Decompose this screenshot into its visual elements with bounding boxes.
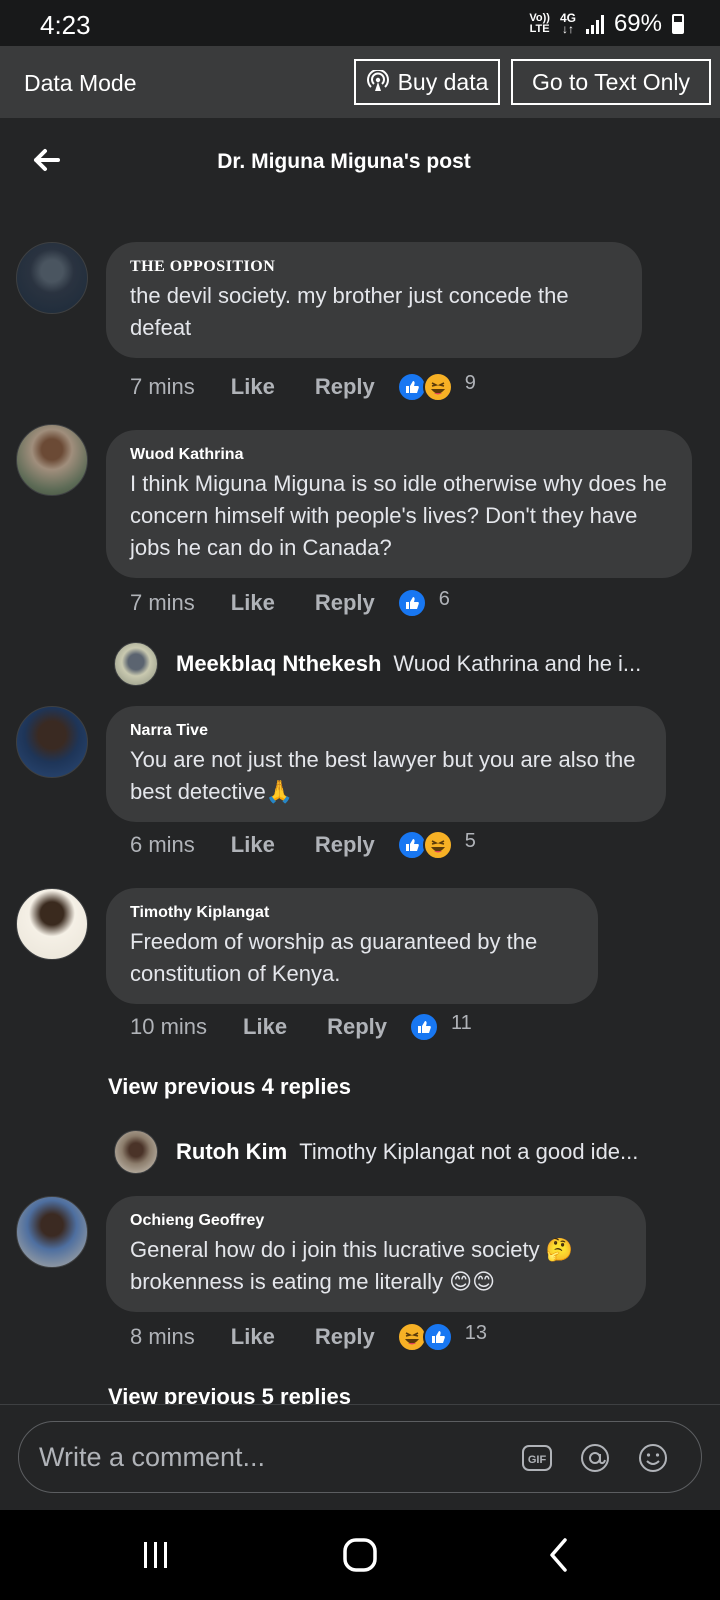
mention-icon[interactable]	[579, 1442, 611, 1474]
reactions[interactable]: 13	[396, 1321, 487, 1352]
comment-time[interactable]: 7 mins	[130, 590, 195, 616]
like-button[interactable]: Like	[231, 374, 275, 400]
data-mode-label: Data Mode	[24, 70, 137, 96]
comment-time[interactable]: 10 mins	[130, 1014, 207, 1040]
text-only-label: Go to Text Only	[531, 68, 691, 95]
text-only-button[interactable]: Go to Text Only	[511, 59, 711, 105]
avatar[interactable]	[16, 706, 88, 778]
reactions[interactable]: 5	[396, 829, 476, 860]
reply-button[interactable]: Reply	[315, 590, 375, 616]
haha-reaction-icon	[422, 372, 453, 402]
avatar[interactable]	[16, 1196, 88, 1268]
comment-bubble[interactable]: Ochieng Geoffrey General how do i join t…	[106, 1196, 646, 1312]
comment-time[interactable]: 8 mins	[130, 1324, 195, 1350]
reaction-count: 9	[464, 371, 476, 394]
reply-button[interactable]: Reply	[315, 1324, 375, 1350]
like-reaction-icon	[422, 1322, 453, 1352]
reply-text: Wuod Kathrina and he i...	[393, 651, 642, 676]
recent-apps-icon[interactable]	[126, 1532, 186, 1578]
comment-text: You are not just the best lawyer but you…	[130, 747, 636, 804]
comment-bubble[interactable]: Wuod Kathrina I think Miguna Miguna is s…	[106, 430, 692, 578]
status-icons: Vo)) LTE 4G ↓↑ 69%	[529, 10, 684, 38]
view-previous-replies[interactable]: View previous 5 replies	[108, 1384, 351, 1404]
page-title: Dr. Miguna Miguna's post	[217, 150, 471, 173]
comment-time[interactable]: 6 mins	[130, 832, 195, 858]
like-button[interactable]: Like	[231, 832, 275, 858]
emoji-icon[interactable]	[637, 1442, 669, 1474]
comment-author[interactable]: THE OPPOSITION	[130, 258, 618, 276]
avatar[interactable]	[16, 242, 88, 314]
comment-author[interactable]: Narra Tive	[130, 722, 642, 740]
comment-meta: 10 mins Like Reply 11	[130, 1012, 472, 1042]
reactions[interactable]: 6	[396, 587, 450, 618]
data-mode-bar: Data Mode Buy data Go to Text Only	[0, 46, 720, 118]
gif-icon[interactable]: GIF	[521, 1442, 553, 1474]
system-nav-bar	[0, 1510, 720, 1600]
reply-author[interactable]: Rutoh Kim	[176, 1139, 287, 1165]
like-reaction-icon	[409, 1012, 439, 1042]
comment-composer-bar: GIF	[0, 1404, 720, 1510]
comment-text: I think Miguna Miguna is so idle otherwi…	[130, 471, 667, 560]
broadcast-icon	[366, 70, 389, 91]
comment-meta: 8 mins Like Reply 13	[130, 1322, 487, 1352]
like-reaction-icon	[396, 588, 427, 618]
avatar[interactable]	[16, 424, 88, 496]
buy-data-button[interactable]: Buy data	[354, 59, 500, 105]
comment-bubble[interactable]: Narra Tive You are not just the best law…	[106, 706, 666, 822]
volte-bottom-text: LTE	[529, 23, 550, 35]
comment-bubble[interactable]: Timothy Kiplangat Freedom of worship as …	[106, 888, 598, 1004]
view-previous-replies[interactable]: View previous 4 replies	[108, 1074, 351, 1100]
comment-meta: 6 mins Like Reply 5	[130, 830, 476, 860]
net-bottom-text: ↓↑	[561, 22, 574, 36]
reply-author[interactable]: Meekblaq Nthekesh	[176, 651, 381, 677]
comment-meta: 7 mins Like Reply 9	[130, 372, 476, 402]
comment-composer: GIF	[18, 1421, 702, 1493]
reactions[interactable]: 9	[396, 371, 476, 402]
battery-percent: 69%	[613, 10, 662, 37]
comment-text: General how do i join this lucrative soc…	[130, 1237, 574, 1294]
buy-data-label: Buy data	[397, 68, 489, 95]
avatar[interactable]	[114, 642, 158, 686]
home-icon[interactable]	[330, 1532, 390, 1578]
status-bar: 4:23 Vo)) LTE 4G ↓↑ 69%	[0, 0, 720, 46]
like-button[interactable]: Like	[231, 590, 275, 616]
reply-button[interactable]: Reply	[315, 832, 375, 858]
status-time: 4:23	[40, 10, 91, 40]
like-button[interactable]: Like	[231, 1324, 275, 1350]
reaction-count: 5	[464, 829, 476, 852]
avatar[interactable]	[114, 1130, 158, 1174]
post-header: Dr. Miguna Miguna's post	[0, 118, 720, 208]
reply-button[interactable]: Reply	[327, 1014, 387, 1040]
network-4g-icon: 4G ↓↑	[560, 12, 576, 36]
reply-preview[interactable]: Rutoh Kim Timothy Kiplangat not a good i…	[114, 1130, 638, 1174]
haha-reaction-icon	[422, 830, 453, 860]
battery-icon	[672, 14, 684, 34]
reaction-count: 6	[438, 587, 450, 610]
avatar[interactable]	[16, 888, 88, 960]
back-icon[interactable]	[530, 1532, 590, 1578]
comment-time[interactable]: 7 mins	[130, 374, 195, 400]
comment-input[interactable]	[39, 1436, 499, 1478]
reaction-count: 13	[464, 1321, 487, 1344]
reply-preview[interactable]: Meekblaq Nthekesh Wuod Kathrina and he i…	[114, 642, 641, 686]
like-button[interactable]: Like	[243, 1014, 287, 1040]
reply-text: Timothy Kiplangat not a good ide...	[299, 1139, 639, 1164]
comment-text: Freedom of worship as guaranteed by the …	[130, 929, 538, 986]
gif-label: GIF	[528, 1454, 547, 1466]
comment-bubble[interactable]: THE OPPOSITION the devil society. my bro…	[106, 242, 642, 358]
reply-button[interactable]: Reply	[315, 374, 375, 400]
signal-icon	[585, 14, 604, 34]
comment-author[interactable]: Timothy Kiplangat	[130, 904, 574, 922]
comment-author[interactable]: Ochieng Geoffrey	[130, 1212, 622, 1230]
volte-icon: Vo)) LTE	[529, 13, 550, 35]
comment-author[interactable]: Wuod Kathrina	[130, 446, 668, 464]
reaction-count: 11	[451, 1011, 472, 1034]
reactions[interactable]: 11	[409, 1012, 472, 1042]
comment-text: the devil society. my brother just conce…	[130, 283, 569, 340]
comment-meta: 7 mins Like Reply 6	[130, 588, 450, 618]
